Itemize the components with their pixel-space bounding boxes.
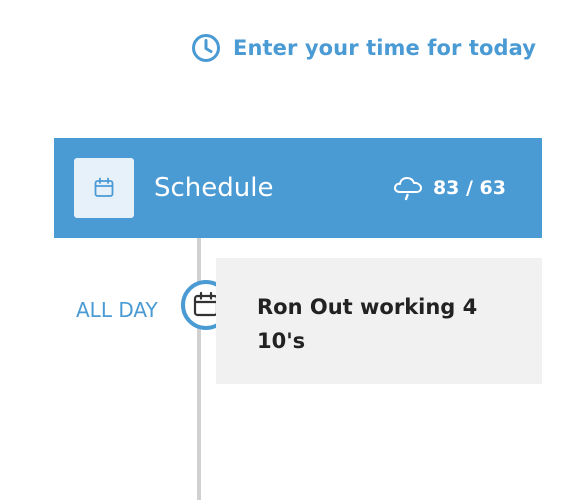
event-title: Ron Out working 4 10's (257, 295, 478, 353)
schedule-icon-tile (74, 158, 134, 218)
enter-time-label: Enter your time for today (233, 36, 537, 60)
schedule-title: Schedule (154, 173, 274, 203)
temperature-high-low: 83 / 63 (432, 177, 506, 199)
calendar-icon (94, 177, 114, 197)
cloud-rain-icon (393, 177, 422, 201)
enter-time-link[interactable]: Enter your time for today (190, 30, 536, 66)
weather-summary: 83 / 63 (391, 138, 506, 238)
page: Enter your time for today Schedule 83 / … (0, 0, 574, 500)
schedule-header: Schedule 83 / 63 (54, 138, 542, 238)
event-time-label: ALL DAY (76, 298, 158, 322)
clock-icon (192, 34, 220, 62)
timeline-line (197, 238, 201, 500)
event-card[interactable]: Ron Out working 4 10's (216, 258, 542, 384)
